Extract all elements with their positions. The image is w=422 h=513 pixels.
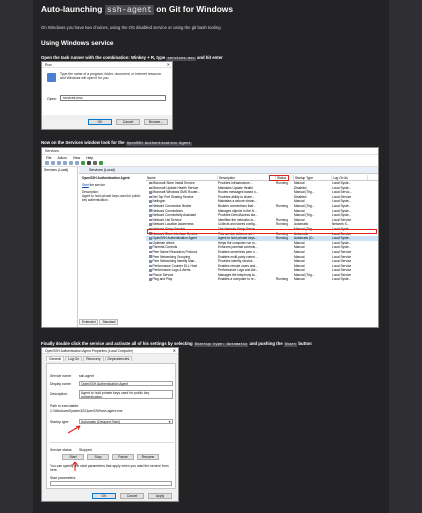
cell-log-on-as: Local Syste... bbox=[332, 277, 352, 282]
start-params-hint: You can specify the start parameters tha… bbox=[50, 464, 169, 472]
services-toolbar bbox=[42, 160, 378, 167]
refresh-icon[interactable] bbox=[63, 161, 67, 165]
display-name-label: Display name: bbox=[50, 382, 72, 386]
pause-button[interactable]: Pause bbox=[112, 454, 134, 460]
start-params-label: Start parameters: bbox=[50, 476, 77, 480]
forward-icon[interactable] bbox=[51, 161, 55, 165]
show-tree-icon[interactable] bbox=[57, 161, 61, 165]
menu-action[interactable]: Action bbox=[57, 156, 66, 160]
close-icon[interactable]: ✕ bbox=[167, 62, 170, 67]
chevron-down-icon: ▼ bbox=[168, 420, 171, 424]
service-name-value: ssh-agent bbox=[79, 374, 94, 378]
separator bbox=[50, 442, 174, 443]
menu-file[interactable]: File bbox=[46, 156, 51, 160]
resume-button[interactable]: Resume bbox=[137, 454, 159, 460]
service-status-value: Stopped bbox=[79, 448, 92, 452]
selected-service-name: OpenSSH Authentication Agent bbox=[82, 176, 130, 180]
tree-item-services-local[interactable]: Services (Local) bbox=[44, 168, 75, 172]
run-description: Type the name of a program, folder, docu… bbox=[60, 72, 162, 81]
props-general-panel: Service name: ssh-agent Display name: Op… bbox=[46, 363, 176, 489]
page-title: Auto-launching ssh-agent on Git for Wind… bbox=[41, 4, 233, 15]
service-description-panel: OpenSSH Authentication Agent Start the s… bbox=[82, 176, 141, 203]
properties-dialog: OpenSSH Authentication Agent Properties … bbox=[41, 347, 179, 502]
back-icon[interactable] bbox=[45, 161, 49, 165]
stop-button[interactable]: Stop bbox=[87, 454, 109, 460]
table-row[interactable]: Plug and Play Enables a computer to re...… bbox=[146, 277, 378, 282]
col-name[interactable]: Name bbox=[146, 175, 218, 180]
restart-icon[interactable] bbox=[99, 161, 103, 165]
section-title: Using Windows service bbox=[41, 40, 114, 47]
run-button-bar: OK Cancel Browse... bbox=[42, 115, 172, 129]
service-name-label: Service name: bbox=[50, 374, 72, 378]
col-description[interactable]: Description bbox=[218, 175, 276, 180]
tab-dependencies[interactable]: Dependencies bbox=[104, 356, 133, 361]
services-window: Services File Action View Help Services … bbox=[41, 147, 379, 328]
run-icon bbox=[47, 73, 56, 82]
props-cancel-button[interactable]: Cancel bbox=[120, 493, 144, 499]
open-input[interactable]: services.msc bbox=[60, 95, 166, 101]
play-icon[interactable] bbox=[81, 161, 85, 165]
red-arrow-startup bbox=[67, 425, 81, 434]
tab-general[interactable]: General bbox=[46, 356, 65, 361]
start-service-link[interactable]: Start bbox=[82, 183, 89, 187]
props-apply-button[interactable]: Apply bbox=[148, 493, 172, 499]
path-label: Path to executable: bbox=[50, 404, 80, 408]
display-name-field[interactable]: OpenSSH Authentication Agent bbox=[79, 381, 173, 386]
browse-button[interactable]: Browse... bbox=[144, 119, 168, 125]
desc-text: Agent to hold private keys used for publ… bbox=[82, 194, 141, 203]
path-value: C:\Windows\System32\OpenSSH\ssh-agent.ex… bbox=[50, 409, 123, 413]
open-label: Open: bbox=[47, 97, 57, 101]
startup-type-select[interactable]: Automatic (Delayed Start) ▼ bbox=[79, 419, 173, 424]
article-page: Auto-launching ssh-agent on Git for Wind… bbox=[33, 0, 389, 513]
cell-name: Plug and Play bbox=[146, 277, 218, 282]
props-ok-button[interactable]: OK bbox=[92, 493, 116, 499]
menu-view[interactable]: View bbox=[73, 156, 80, 160]
title-code: ssh-agent bbox=[104, 5, 154, 15]
tab-log-on[interactable]: Log On bbox=[65, 356, 83, 361]
cancel-button[interactable]: Cancel bbox=[116, 119, 140, 125]
tab-standard[interactable]: Standard bbox=[99, 319, 119, 325]
description-label: Description: bbox=[50, 392, 68, 396]
services-titlebar: Services bbox=[42, 148, 378, 155]
step2-text: Now on the Services window look for the … bbox=[41, 140, 192, 146]
view-tabs: Extended Standard bbox=[79, 319, 119, 325]
run-dialog: Run ✕ Type the name of a program, folder… bbox=[41, 61, 173, 130]
pause-icon[interactable] bbox=[93, 161, 97, 165]
tab-recovery[interactable]: Recovery bbox=[83, 356, 104, 361]
help-icon[interactable] bbox=[75, 161, 79, 165]
service-status-label: Service status: bbox=[50, 448, 73, 452]
description-field[interactable]: Agent to hold private keys used for publ… bbox=[79, 390, 173, 399]
cell-startup-type: Manual bbox=[294, 277, 305, 282]
col-log-on-as[interactable]: Log On As bbox=[332, 175, 368, 180]
start-params-input[interactable] bbox=[50, 481, 172, 486]
cell-status: Running bbox=[276, 277, 288, 282]
intro-text: On Windows you have two choices, using t… bbox=[41, 25, 221, 30]
highlight-openssh-row bbox=[147, 229, 377, 234]
close-icon[interactable]: ✕ bbox=[173, 348, 176, 353]
cell-description: Enables a computer to re... bbox=[218, 277, 257, 282]
stop-icon[interactable] bbox=[87, 161, 91, 165]
props-tabs: General Log On Recovery Dependencies bbox=[42, 354, 178, 361]
ok-button[interactable]: OK bbox=[88, 119, 112, 125]
highlight-startup-type bbox=[269, 175, 289, 181]
menu-help[interactable]: Help bbox=[86, 156, 93, 160]
col-startup-type[interactable]: Startup Type bbox=[294, 175, 332, 180]
services-tree: Services (Local) bbox=[42, 167, 78, 327]
run-titlebar: Run bbox=[42, 62, 172, 68]
tab-extended[interactable]: Extended bbox=[79, 319, 99, 325]
export-icon[interactable] bbox=[69, 161, 73, 165]
pane-header: Services (Local) bbox=[79, 167, 378, 174]
